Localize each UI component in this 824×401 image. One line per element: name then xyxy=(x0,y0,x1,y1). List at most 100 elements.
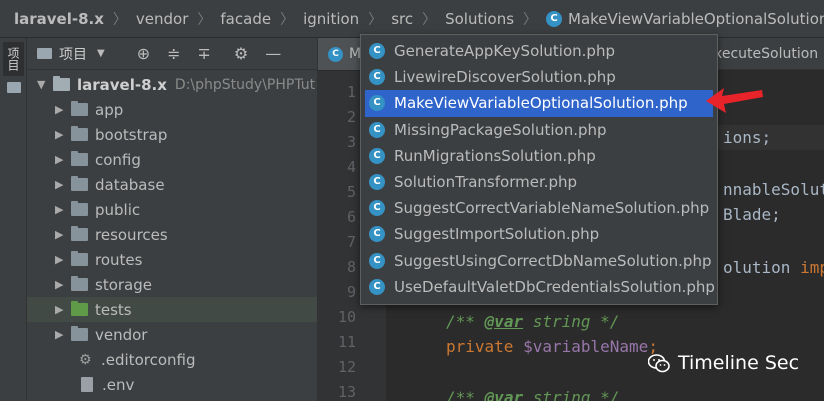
breadcrumb-item-ignition[interactable]: ignition xyxy=(303,10,359,28)
code-fragment[interactable]: Blade; xyxy=(723,205,781,224)
tree-item-database[interactable]: ▶ database xyxy=(27,172,317,197)
tree-item-public[interactable]: ▶ public xyxy=(27,197,317,222)
editor-tab-active[interactable]: C M xyxy=(318,38,364,70)
popup-item[interactable]: C SuggestCorrectVariableNameSolution.php xyxy=(361,195,717,221)
project-tree: ▼ laravel-8.x D:\phpStudy\PHPTut ▶ app ▶… xyxy=(27,72,317,397)
popup-item[interactable]: C UseDefaultValetDbCredentialsSolution.p… xyxy=(361,274,717,300)
folder-icon xyxy=(71,201,88,216)
breadcrumb: laravel-8.x 〉 vendor 〉 facade 〉 ignition… xyxy=(0,0,824,38)
breadcrumb-item-solutions[interactable]: Solutions xyxy=(445,10,514,28)
chevron-down-icon[interactable]: ▼ xyxy=(37,78,53,91)
code-line[interactable]: olution imp xyxy=(723,258,824,277)
minimize-icon[interactable]: — xyxy=(265,44,281,63)
collapse-all-icon[interactable]: ∓ xyxy=(198,44,211,63)
code-fragment: olution xyxy=(723,258,791,277)
chevron-right-icon[interactable]: ▶ xyxy=(55,328,71,341)
gear-icon[interactable]: ⚙ xyxy=(234,44,248,63)
popup-item-label: SolutionTransformer.php xyxy=(394,173,578,192)
tree-item-bootstrap[interactable]: ▶ bootstrap xyxy=(27,122,317,147)
chevron-right-icon[interactable]: ▶ xyxy=(55,178,71,191)
tree-item-app[interactable]: ▶ app xyxy=(27,97,317,122)
caret-down-icon[interactable]: ▼ xyxy=(97,48,105,59)
tree-item-storage[interactable]: ▶ storage xyxy=(27,272,317,297)
tree-item-label: storage xyxy=(95,275,152,294)
tree-item-label: public xyxy=(95,200,141,219)
code-fragment[interactable]: ions; xyxy=(723,128,771,147)
editor-tab[interactable]: xecuteSolution xyxy=(714,38,818,70)
tree-item-env[interactable]: .env xyxy=(27,372,317,397)
popup-item-label: LivewireDiscoverSolution.php xyxy=(394,68,616,87)
code-keyword: private xyxy=(446,337,514,356)
php-class-icon: C xyxy=(369,200,385,217)
code-fragment[interactable]: nnableSolut xyxy=(723,180,824,199)
watermark-text: Timeline Sec xyxy=(678,352,800,374)
popup-item-label: MakeViewVariableOptionalSolution.php xyxy=(394,94,688,113)
chevron-right-icon[interactable]: ▶ xyxy=(55,153,71,166)
popup-item[interactable]: C RunMigrationsSolution.php xyxy=(361,143,717,169)
line-number: 8 xyxy=(346,258,356,276)
popup-item-label: GenerateAppKeySolution.php xyxy=(394,42,615,61)
tree-item-editorconfig[interactable]: ⚙ .editorconfig xyxy=(27,347,317,372)
popup-item[interactable]: C SuggestUsingCorrectDbNameSolution.php xyxy=(361,248,717,274)
breadcrumb-item-vendor[interactable]: vendor xyxy=(136,10,188,28)
popup-item[interactable]: C SuggestImportSolution.php xyxy=(361,221,717,247)
popup-item[interactable]: C GenerateAppKeySolution.php xyxy=(361,38,717,64)
code-line[interactable]: /** @var string */ xyxy=(446,388,619,401)
chevron-right-icon[interactable]: ▶ xyxy=(55,303,71,316)
folder-icon xyxy=(53,76,70,91)
chevron-right-icon: 〉 xyxy=(112,11,127,28)
doc-comment: /** xyxy=(446,388,475,401)
php-class-icon: C xyxy=(369,69,385,86)
tree-item-vendor[interactable]: ▶ vendor xyxy=(27,322,317,347)
chevron-right-icon[interactable]: ▶ xyxy=(55,278,71,291)
code-variable: $variableName xyxy=(523,337,649,356)
popup-item[interactable]: C SolutionTransformer.php xyxy=(361,169,717,195)
tree-item-resources[interactable]: ▶ resources xyxy=(27,222,317,247)
code-line[interactable]: private $variableName; xyxy=(446,337,658,356)
tree-item-label: .editorconfig xyxy=(101,350,196,369)
php-class-icon: C xyxy=(369,43,385,60)
chevron-right-icon[interactable]: ▶ xyxy=(55,128,71,141)
folder-icon xyxy=(71,226,88,241)
watermark: Timeline Sec xyxy=(648,352,799,374)
tree-item-root[interactable]: ▼ laravel-8.x D:\phpStudy\PHPTut xyxy=(27,72,317,97)
chevron-right-icon[interactable]: ▶ xyxy=(55,203,71,216)
popup-item-label: RunMigrationsSolution.php xyxy=(394,146,596,165)
popup-item-selected[interactable]: C MakeViewVariableOptionalSolution.php xyxy=(365,90,713,117)
line-number: 13 xyxy=(337,383,356,401)
breadcrumb-item-project[interactable]: laravel-8.x xyxy=(14,10,104,28)
chevron-right-icon[interactable]: ▶ xyxy=(55,103,71,116)
chevron-right-icon[interactable]: ▶ xyxy=(55,253,71,266)
line-number: 1 xyxy=(346,83,356,101)
tree-item-config[interactable]: ▶ config xyxy=(27,147,317,172)
php-class-icon: C xyxy=(369,95,385,112)
breadcrumb-current-file[interactable]: MakeViewVariableOptionalSolution.php xyxy=(568,10,824,28)
popup-item[interactable]: C MissingPackageSolution.php xyxy=(361,117,717,143)
expand-all-icon[interactable]: ≑ xyxy=(167,44,180,63)
chevron-right-icon: 〉 xyxy=(422,11,437,28)
popup-item-label: SuggestImportSolution.php xyxy=(394,225,600,244)
tree-item-routes[interactable]: ▶ routes xyxy=(27,247,317,272)
line-number: 6 xyxy=(346,208,356,226)
tree-item-label: laravel-8.x xyxy=(77,75,167,94)
chevron-right-icon: 〉 xyxy=(523,11,538,28)
red-arrow-annotation-icon xyxy=(706,88,763,113)
project-tool-tab[interactable]: 项目 xyxy=(3,42,24,76)
project-toolbar: 项目 ▼ ⊕ ≑ ∓ ⚙ — xyxy=(27,38,317,70)
breadcrumb-item-facade[interactable]: facade xyxy=(220,10,271,28)
line-number: 5 xyxy=(346,183,356,201)
tree-item-path: D:\phpStudy\PHPTut xyxy=(174,76,316,93)
chevron-right-icon: 〉 xyxy=(197,11,212,28)
crosshair-icon[interactable]: ⊕ xyxy=(137,44,150,63)
breadcrumb-item-src[interactable]: src xyxy=(391,10,413,28)
chevron-right-icon[interactable]: ▶ xyxy=(55,228,71,241)
php-class-icon: C xyxy=(369,121,385,138)
code-line[interactable]: /** @var string */ xyxy=(446,312,619,331)
folder-icon xyxy=(71,101,88,116)
tree-item-tests[interactable]: ▶ tests xyxy=(27,297,317,322)
php-class-icon: C xyxy=(328,46,343,62)
project-view-label[interactable]: 项目 xyxy=(59,44,87,64)
folder-icon xyxy=(7,82,21,93)
popup-item[interactable]: C LivewireDiscoverSolution.php xyxy=(361,64,717,90)
folder-icon xyxy=(71,251,88,266)
